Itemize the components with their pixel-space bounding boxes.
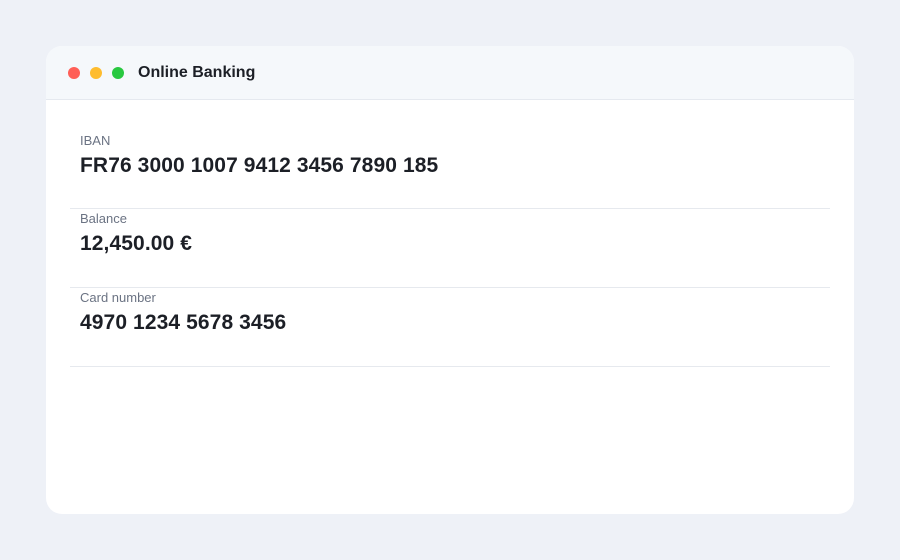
card-number-value[interactable]: 4970 1234 5678 3456 xyxy=(80,310,820,336)
card-number-label: Card number xyxy=(80,290,156,305)
divider xyxy=(70,366,830,367)
balance-field: Balance 12,450.00 € xyxy=(70,209,830,287)
title-bar: Online Banking xyxy=(46,46,854,100)
maximize-button[interactable] xyxy=(112,66,124,79)
app-window: Online Banking IBAN FR76 3000 1007 9412 … xyxy=(46,46,854,514)
iban-field: IBAN FR76 3000 1007 9412 3456 7890 185 xyxy=(70,100,830,208)
card-number-field: Card number 4970 1234 5678 3456 xyxy=(70,288,830,366)
minimize-button[interactable] xyxy=(90,66,102,79)
balance-label: Balance xyxy=(80,211,127,226)
account-details: IBAN FR76 3000 1007 9412 3456 7890 185 B… xyxy=(46,100,854,367)
close-button[interactable] xyxy=(68,66,80,79)
balance-value[interactable]: 12,450.00 € xyxy=(80,231,820,257)
iban-value[interactable]: FR76 3000 1007 9412 3456 7890 185 xyxy=(80,153,820,179)
iban-label: IBAN xyxy=(80,133,111,148)
window-title: Online Banking xyxy=(138,63,256,81)
